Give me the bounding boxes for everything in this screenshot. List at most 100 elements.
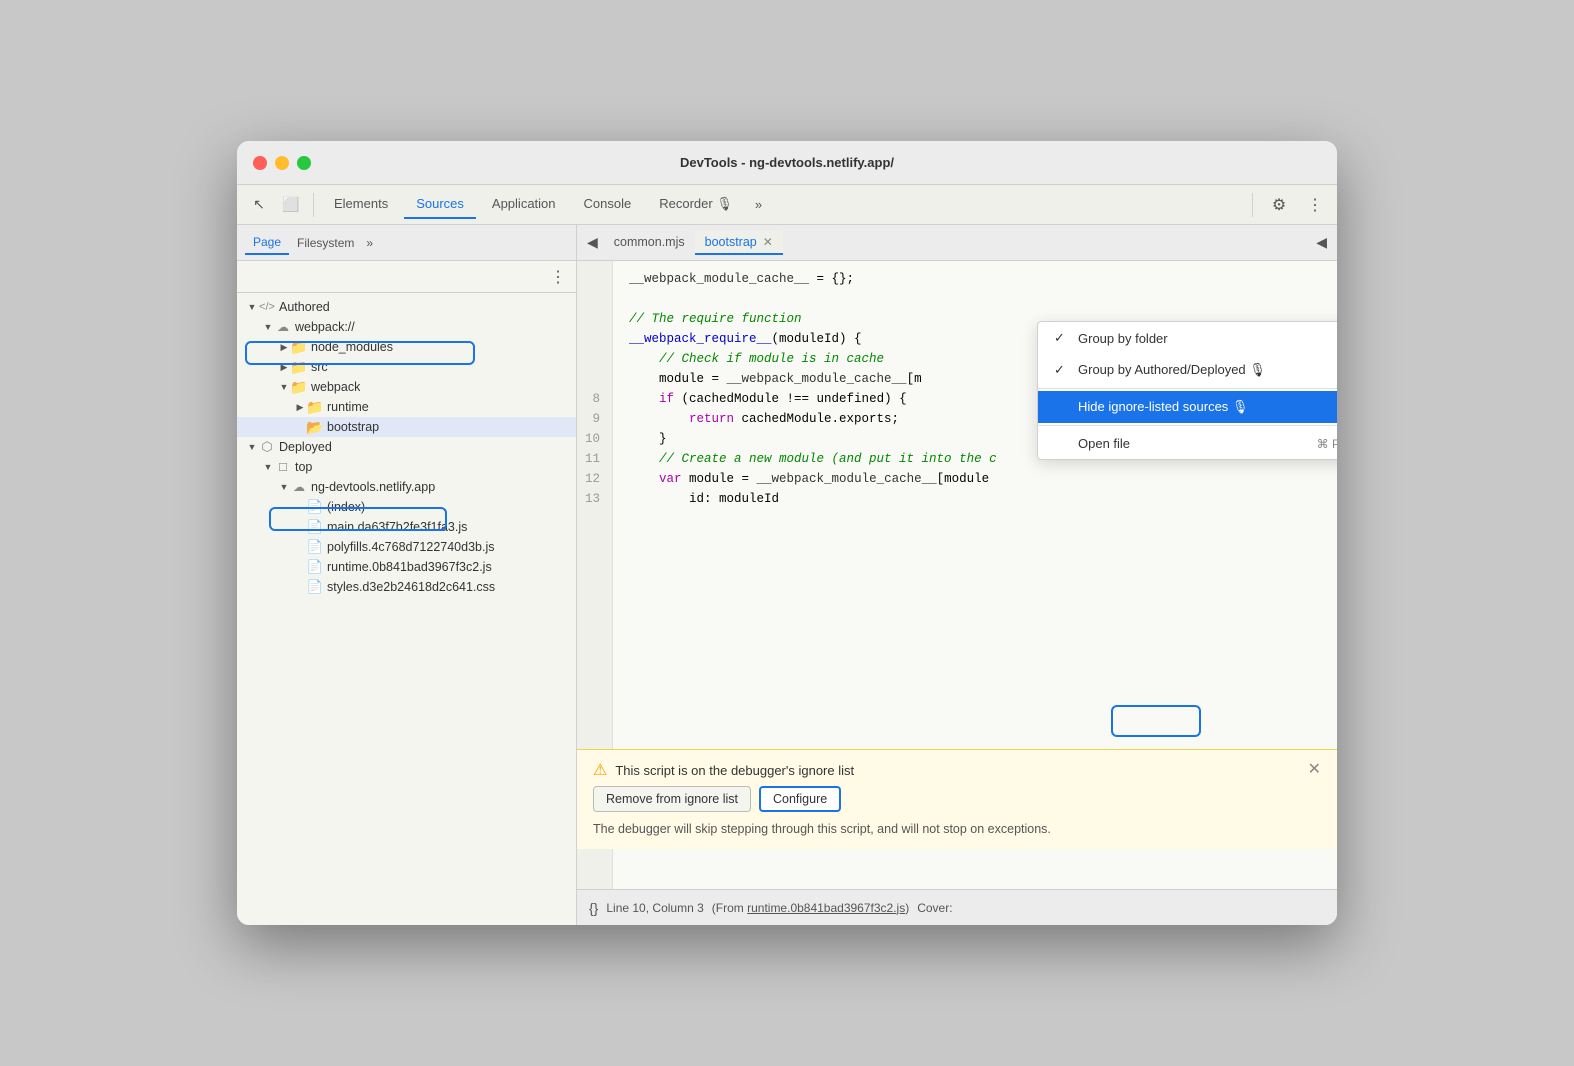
file-tree: ▼ </> Authored ▼ ☁ webpack:// ▶ 📁 node_m…	[237, 293, 576, 925]
tree-netlify[interactable]: ▼ ☁ ng-devtools.netlify.app	[237, 477, 576, 497]
netlify-arrow: ▼	[277, 480, 291, 494]
tab-console[interactable]: Console	[572, 190, 644, 219]
tree-bootstrap[interactable]: 📂 bootstrap	[237, 417, 576, 437]
title-bar: DevTools - ng-devtools.netlify.app/	[237, 141, 1337, 185]
polyfills-label: polyfills.4c768d7122740d3b.js	[327, 540, 495, 554]
top-icon: ☐	[275, 459, 291, 475]
index-arrow	[293, 500, 307, 514]
code-area: 8 9 10 11 12 13 __webpack_module_cache__…	[577, 261, 1337, 889]
bootstrap-folder-icon: 📂	[307, 419, 323, 435]
tab-page[interactable]: Page	[245, 231, 289, 255]
editor-tab-common[interactable]: common.mjs	[604, 231, 695, 255]
left-tab-more[interactable]: »	[362, 232, 377, 254]
styles-label: styles.d3e2b24618d2c641.css	[327, 580, 495, 594]
deployed-arrow: ▼	[245, 440, 259, 454]
menu-group-folder-label: Group by folder	[1078, 331, 1168, 346]
window-title: DevTools - ng-devtools.netlify.app/	[680, 155, 894, 170]
notice-close-button[interactable]: ✕	[1308, 762, 1321, 778]
runtime-js-arrow	[293, 560, 307, 574]
toolbar-more-icon[interactable]: ⋮	[544, 263, 572, 291]
code-line-2	[629, 289, 1321, 309]
format-icon[interactable]: {}	[589, 900, 598, 916]
left-panel-tabs: Page Filesystem »	[237, 225, 576, 261]
notice-bar: ⚠ This script is on the debugger's ignor…	[577, 749, 1337, 849]
minimize-button[interactable]	[275, 156, 289, 170]
webpack-url-label: webpack://	[295, 320, 355, 334]
netlify-label: ng-devtools.netlify.app	[311, 480, 435, 494]
tree-main-js[interactable]: 📄 main.da63f7b2fe3f1fa3.js	[237, 517, 576, 537]
left-panel-toolbar: ⋮	[237, 261, 576, 293]
src-arrow: ▶	[277, 360, 291, 374]
maximize-button[interactable]	[297, 156, 311, 170]
tab-sources[interactable]: Sources	[404, 190, 476, 219]
tab-separator	[313, 193, 314, 217]
menu-group-authored-label: Group by Authored/Deployed 🎙	[1078, 362, 1266, 378]
tree-index[interactable]: 📄 (index)	[237, 497, 576, 517]
device-icon[interactable]: ⬜	[277, 191, 305, 219]
menu-group-by-authored[interactable]: ✓ Group by Authored/Deployed 🎙	[1038, 354, 1337, 386]
menu-open-file[interactable]: Open file ⌘ P	[1038, 428, 1337, 459]
tab-application[interactable]: Application	[480, 190, 568, 219]
main-js-label: main.da63f7b2fe3f1fa3.js	[327, 520, 467, 534]
notice-description: The debugger will skip stepping through …	[593, 820, 1321, 839]
settings-icon[interactable]: ⚙	[1265, 191, 1293, 219]
editor-tab-right: ◀	[1310, 230, 1333, 255]
tab-recorder[interactable]: Recorder 🎙	[647, 190, 745, 220]
tree-top[interactable]: ▼ ☐ top	[237, 457, 576, 477]
src-label: src	[311, 360, 328, 374]
notice-title: This script is on the debugger's ignore …	[615, 763, 1299, 778]
tree-node-modules[interactable]: ▶ 📁 node_modules	[237, 337, 576, 357]
authored-label: Authored	[279, 300, 330, 314]
status-source: (From runtime.0b841bad3967f3c2.js)	[712, 901, 909, 915]
tree-runtime[interactable]: ▶ 📁 runtime	[237, 397, 576, 417]
runtime-arrow: ▶	[293, 400, 307, 414]
menu-hide-ignore-listed[interactable]: Hide ignore-listed sources 🎙	[1038, 391, 1337, 423]
node-modules-arrow: ▶	[277, 340, 291, 354]
deployed-label: Deployed	[279, 440, 332, 454]
main-layout: Page Filesystem » ⋮ ▼ </> Authored	[237, 225, 1337, 925]
menu-open-file-label: Open file	[1078, 436, 1130, 451]
configure-button[interactable]: Configure	[759, 786, 841, 812]
more-options-icon[interactable]: ⋮	[1301, 191, 1329, 219]
deployed-icon: ⬡	[259, 439, 275, 455]
tree-runtime-js[interactable]: 📄 runtime.0b841bad3967f3c2.js	[237, 557, 576, 577]
code-line-12: id: moduleId	[629, 489, 1321, 509]
tab-filesystem[interactable]: Filesystem	[289, 232, 362, 254]
code-line-11: var module = __webpack_module_cache__[mo…	[629, 469, 1321, 489]
check-hide-ignore	[1054, 400, 1070, 415]
remove-from-ignore-button[interactable]: Remove from ignore list	[593, 786, 751, 812]
polyfills-icon: 📄	[307, 539, 323, 555]
runtime-label: runtime	[327, 400, 369, 414]
tab-bar-right: ⚙ ⋮	[1248, 191, 1329, 219]
menu-group-by-folder[interactable]: ✓ Group by folder	[1038, 322, 1337, 354]
menu-separator-2	[1038, 425, 1337, 426]
left-panel: Page Filesystem » ⋮ ▼ </> Authored	[237, 225, 577, 925]
webpack-url-arrow: ▼	[261, 320, 275, 334]
editor-collapse-icon[interactable]: ◀	[1310, 230, 1333, 255]
tree-webpack-url[interactable]: ▼ ☁ webpack://	[237, 317, 576, 337]
editor-tab-bootstrap[interactable]: bootstrap ✕	[695, 231, 783, 255]
editor-tab-left-arrow[interactable]: ◀	[581, 230, 604, 255]
styles-icon: 📄	[307, 579, 323, 595]
tree-deployed[interactable]: ▼ ⬡ Deployed	[237, 437, 576, 457]
authored-icon: </>	[259, 299, 275, 315]
notice-actions: Remove from ignore list Configure	[593, 786, 1321, 812]
index-file-icon: 📄	[307, 499, 323, 515]
right-panel: ◀ common.mjs bootstrap ✕ ◀	[577, 225, 1337, 925]
check-group-folder: ✓	[1054, 330, 1070, 346]
right-separator	[1252, 193, 1253, 217]
tree-polyfills-js[interactable]: 📄 polyfills.4c768d7122740d3b.js	[237, 537, 576, 557]
tab-elements[interactable]: Elements	[322, 190, 400, 219]
tree-authored[interactable]: ▼ </> Authored	[237, 297, 576, 317]
window-controls	[253, 156, 311, 170]
tree-styles-css[interactable]: 📄 styles.d3e2b24618d2c641.css	[237, 577, 576, 597]
close-button[interactable]	[253, 156, 267, 170]
tree-src[interactable]: ▶ 📁 src	[237, 357, 576, 377]
bootstrap-tab-close[interactable]: ✕	[763, 235, 773, 249]
tree-webpack[interactable]: ▼ 📁 webpack	[237, 377, 576, 397]
styles-arrow	[293, 580, 307, 594]
tab-more-button[interactable]: »	[749, 193, 768, 216]
open-file-shortcut: ⌘ P	[1317, 437, 1337, 451]
bootstrap-arrow	[293, 420, 307, 434]
cursor-icon[interactable]: ↖	[245, 191, 273, 219]
